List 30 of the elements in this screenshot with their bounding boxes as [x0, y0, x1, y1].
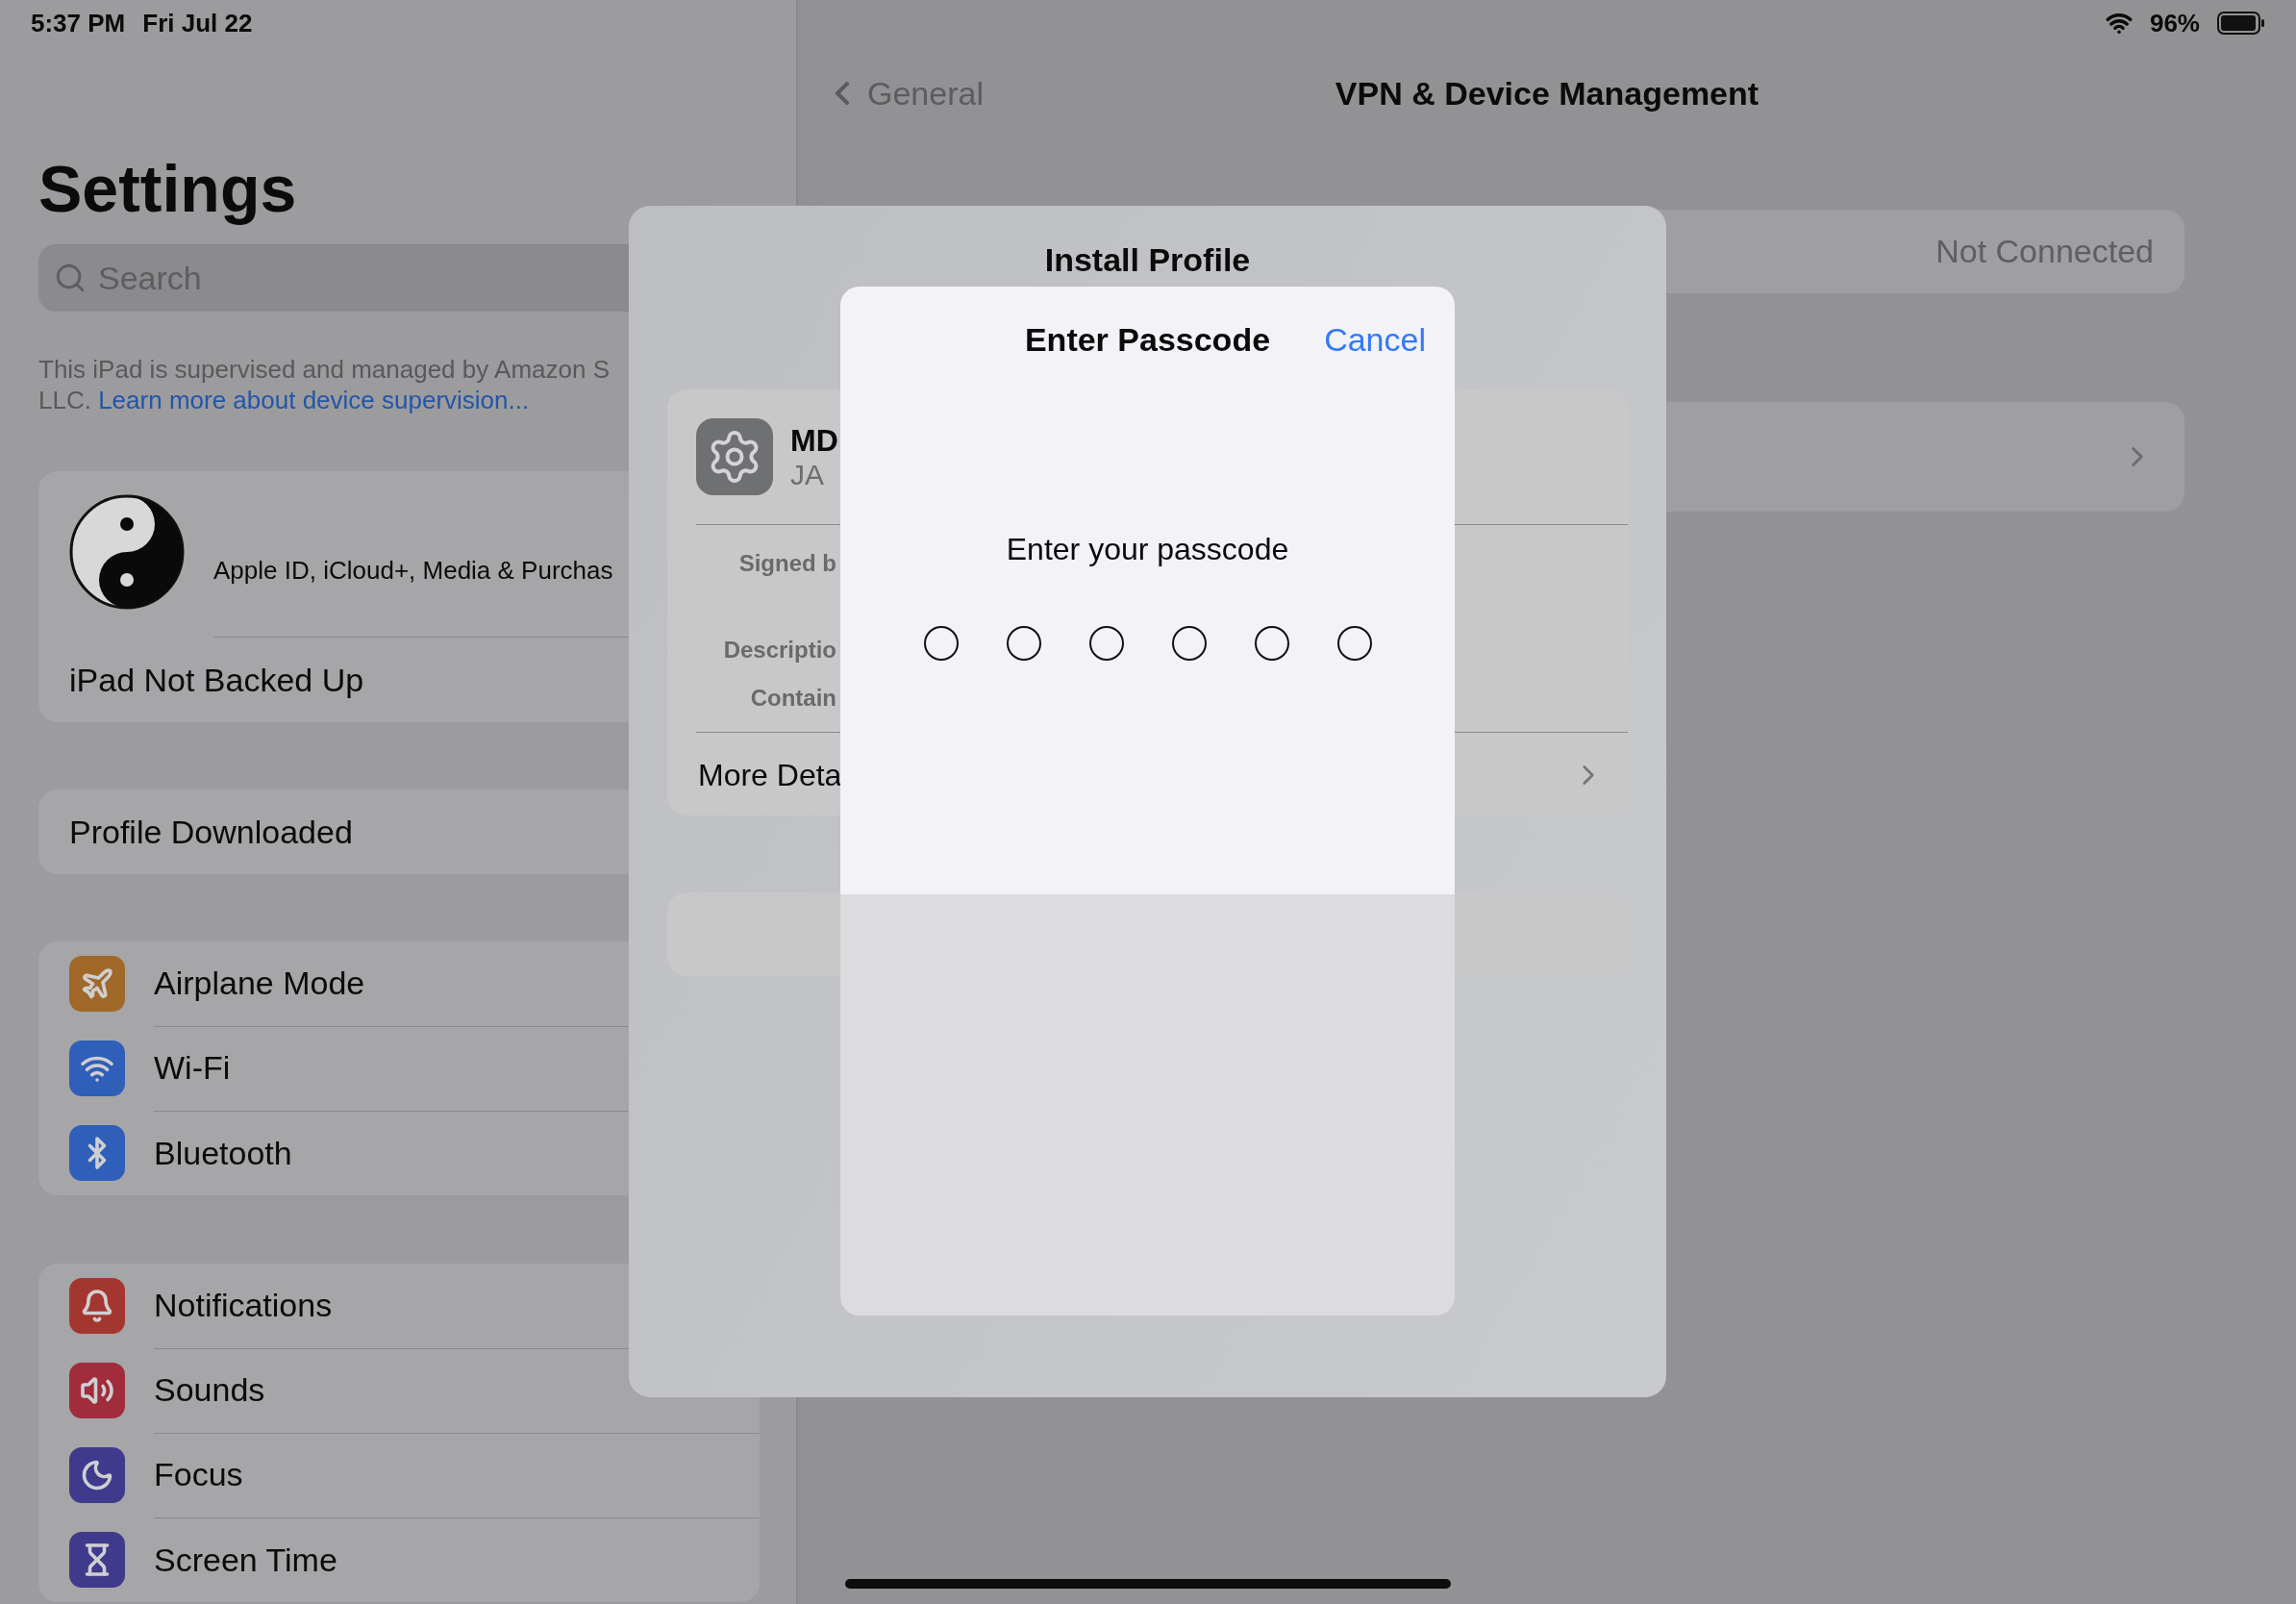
passcode-prompt: Enter your passcode	[1006, 531, 1289, 568]
settings-item[interactable]: Screen Time	[154, 1541, 337, 1579]
search-icon	[54, 262, 87, 294]
vpn-status: Not Connected	[1935, 233, 2154, 270]
battery-icon	[2217, 12, 2265, 35]
cancel-button[interactable]: Cancel	[1324, 320, 1426, 359]
settings-item[interactable]: Bluetooth	[154, 1134, 292, 1172]
gear-icon	[696, 418, 773, 495]
profile-downloaded-item[interactable]: Profile Downloaded	[69, 813, 353, 851]
battery-percent: 96%	[2149, 8, 2200, 38]
nav-title: VPN & Device Management	[1335, 74, 1759, 113]
more-details-item[interactable]: More Deta	[698, 757, 842, 793]
supervision-note: This iPad is supervised and managed by Amazon S LLC. Learn more about device supervision...	[38, 354, 611, 415]
status-time: 5:37 PM	[31, 8, 126, 38]
settings-item[interactable]: Sounds	[154, 1371, 265, 1409]
account-subtitle: Apple ID, iCloud+, Media & Purchas	[213, 556, 613, 586]
settings-item[interactable]: Airplane Mode	[154, 965, 365, 1002]
passcode-title: Enter Passcode	[1024, 320, 1271, 359]
settings-item[interactable]: Notifications	[154, 1287, 333, 1324]
settings-item[interactable]: Wi-Fi	[154, 1049, 231, 1087]
profile-org: JA	[790, 458, 825, 491]
bell-icon	[80, 1289, 114, 1323]
moon-icon	[80, 1458, 114, 1492]
status-date: Fri Jul 22	[142, 8, 253, 38]
sheet-title: Install Profile	[1043, 240, 1252, 279]
settings-item[interactable]: Focus	[154, 1456, 243, 1493]
page-title: Settings	[38, 151, 298, 227]
airplane-icon	[80, 966, 114, 1001]
profile-name: MD	[790, 422, 838, 459]
backup-status[interactable]: iPad Not Backed Up	[69, 661, 364, 699]
